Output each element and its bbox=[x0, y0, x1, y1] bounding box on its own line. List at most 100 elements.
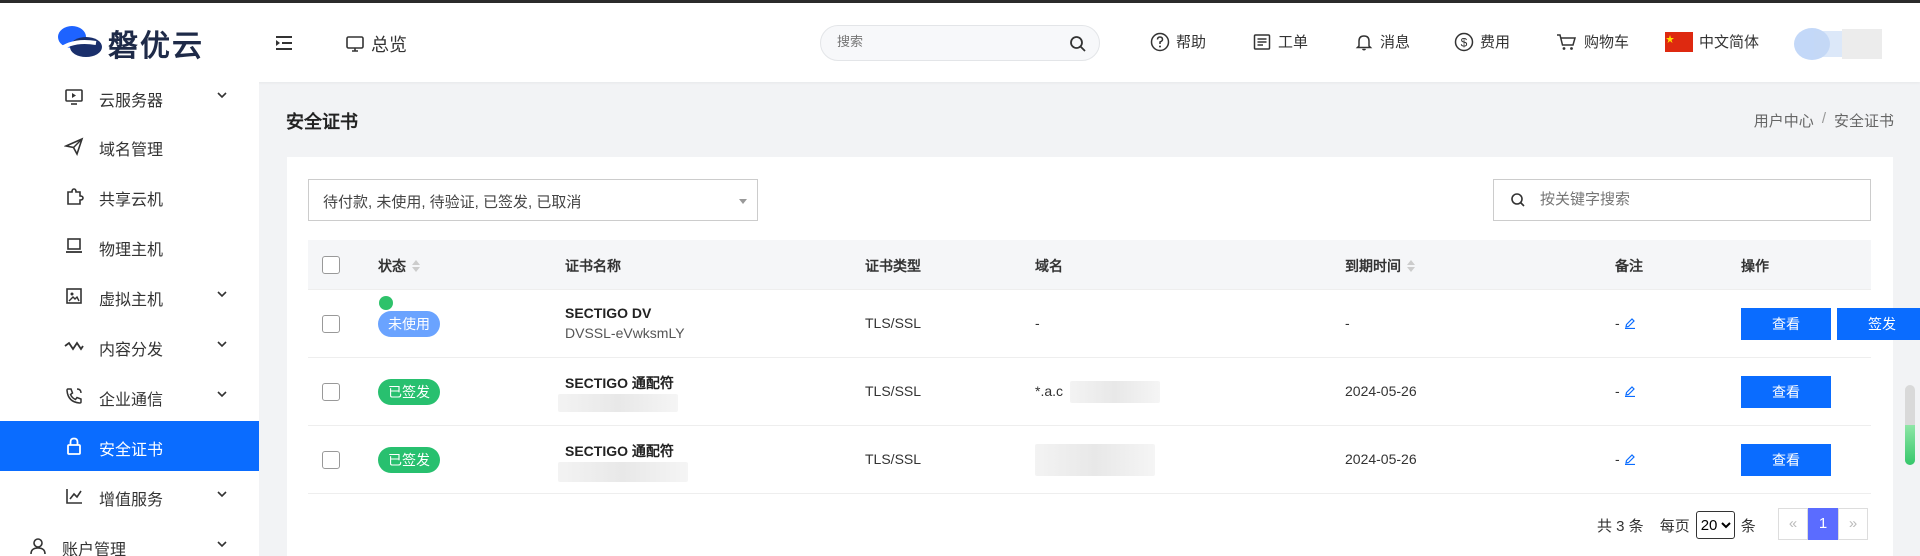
ticket-icon bbox=[1253, 33, 1271, 50]
edit-pencil-icon[interactable] bbox=[1624, 453, 1636, 465]
nav-language[interactable]: 中文简体 bbox=[1665, 31, 1759, 52]
nav-help[interactable]: 帮助 bbox=[1150, 31, 1206, 52]
scrollbar[interactable] bbox=[1905, 385, 1915, 465]
sidebar-item-virtual-host[interactable]: 虚拟主机 bbox=[0, 271, 259, 321]
view-button[interactable]: 查看 bbox=[1741, 308, 1831, 340]
column-expiry-label: 到期时间 bbox=[1345, 258, 1401, 274]
total-count: 共 3 条 bbox=[1597, 517, 1644, 535]
breadcrumb: 用户中心 / 安全证书 bbox=[1754, 110, 1894, 131]
column-note: 备注 bbox=[1615, 256, 1643, 276]
issue-button[interactable]: 签发 bbox=[1837, 308, 1920, 340]
row-checkbox[interactable] bbox=[322, 383, 340, 401]
chevron-down-icon bbox=[217, 391, 227, 398]
sidebar-item-value-added[interactable]: 增值服务 bbox=[0, 471, 259, 521]
user-avatar[interactable] bbox=[1790, 25, 1890, 63]
breadcrumb-user-center[interactable]: 用户中心 bbox=[1754, 110, 1814, 131]
sort-icon[interactable] bbox=[1407, 259, 1415, 273]
nav-cart[interactable]: 购物车 bbox=[1556, 31, 1629, 52]
certificate-type: TLS/SSL bbox=[865, 315, 922, 331]
logo[interactable]: 磐优云 bbox=[52, 21, 212, 65]
search-input[interactable] bbox=[837, 34, 1057, 49]
note-value: - bbox=[1615, 451, 1620, 467]
svg-text:$: $ bbox=[1461, 35, 1468, 49]
nav-billing[interactable]: $ 费用 bbox=[1454, 31, 1510, 52]
sidebar-item-account[interactable]: 账户管理 bbox=[0, 521, 259, 556]
certificate-id: DVSSL-eVwksmLY bbox=[565, 325, 685, 341]
table-row: 已签发 SECTIGO 通配符 TLS/SSL *.a.c 2024-05-26… bbox=[308, 358, 1871, 426]
table-header: 状态 证书名称 证书类型 域名 到期时间 备注 操作 bbox=[308, 240, 1871, 290]
sort-icon[interactable] bbox=[412, 259, 420, 273]
per-page-label: 每页 bbox=[1659, 517, 1690, 535]
prev-page-button[interactable]: « bbox=[1778, 508, 1808, 540]
global-search[interactable] bbox=[820, 25, 1100, 61]
column-domain-label: 域名 bbox=[1035, 258, 1063, 274]
sidebar-item-cdn[interactable]: 内容分发 bbox=[0, 321, 259, 371]
chevron-down-icon bbox=[217, 341, 227, 348]
certificate-name: SECTIGO DV bbox=[565, 305, 652, 321]
search-icon[interactable] bbox=[1069, 35, 1087, 53]
sidebar-item-domain[interactable]: 域名管理 bbox=[0, 121, 259, 171]
row-checkbox[interactable] bbox=[322, 315, 340, 333]
send-icon bbox=[64, 137, 84, 156]
redacted-certificate-id bbox=[558, 394, 678, 412]
nav-messages[interactable]: 消息 bbox=[1354, 31, 1410, 52]
keyword-search-input[interactable] bbox=[1540, 191, 1840, 208]
sidebar-item-label: 共享云机 bbox=[99, 192, 164, 209]
avatar-blurred-icon bbox=[1794, 28, 1882, 60]
column-status[interactable]: 状态 bbox=[378, 256, 420, 276]
certificate-type: TLS/SSL bbox=[865, 451, 922, 467]
column-note-label: 备注 bbox=[1615, 258, 1643, 274]
page-1-button[interactable]: 1 bbox=[1808, 508, 1838, 540]
edit-pencil-icon[interactable] bbox=[1624, 317, 1636, 329]
sidebar-item-enterprise-comm[interactable]: 企业通信 bbox=[0, 371, 259, 421]
row-checkbox[interactable] bbox=[322, 451, 340, 469]
logo-cloud-icon bbox=[56, 26, 102, 57]
chevron-down-icon bbox=[217, 491, 227, 498]
per-page-select[interactable]: 20 bbox=[1695, 511, 1735, 539]
select-all-checkbox[interactable] bbox=[322, 256, 340, 274]
pagination-info: 共 3 条 每页 20 条 bbox=[1597, 511, 1756, 539]
page-title: 安全证书 bbox=[286, 112, 358, 132]
sidebar: 云服务器 域名管理 共享云机 物理主机 虚拟主机 内容分发 企业通信 安全证书 … bbox=[0, 82, 259, 556]
column-name-label: 证书名称 bbox=[565, 258, 621, 274]
redacted-domain bbox=[1035, 444, 1155, 476]
view-button[interactable]: 查看 bbox=[1741, 376, 1831, 408]
sidebar-item-shared-cloud[interactable]: 共享云机 bbox=[0, 171, 259, 221]
wave-icon bbox=[64, 341, 84, 351]
keyword-search[interactable] bbox=[1493, 179, 1871, 221]
next-page-button[interactable]: » bbox=[1838, 508, 1868, 540]
sidebar-item-cloud-server[interactable]: 云服务器 bbox=[0, 72, 259, 122]
image-icon bbox=[66, 288, 82, 304]
sidebar-item-label: 安全证书 bbox=[99, 442, 164, 459]
column-actions-label: 操作 bbox=[1741, 258, 1769, 274]
view-button[interactable]: 查看 bbox=[1741, 444, 1831, 476]
certificate-domain: *.a.c bbox=[1035, 383, 1064, 399]
nav-cart-label: 购物车 bbox=[1584, 34, 1630, 51]
certificate-name: SECTIGO 通配符 bbox=[565, 375, 674, 391]
edit-pencil-icon[interactable] bbox=[1624, 385, 1636, 397]
certificate-domain: - bbox=[1035, 315, 1040, 331]
phone-icon bbox=[66, 388, 82, 404]
puzzle-icon bbox=[67, 188, 84, 205]
redacted-domain bbox=[1070, 381, 1160, 403]
sidebar-item-label: 域名管理 bbox=[99, 142, 164, 159]
sidebar-item-ssl-certificates[interactable]: 安全证书 bbox=[0, 421, 259, 471]
status-filter-select[interactable]: 待付款, 未使用, 待验证, 已签发, 已取消 bbox=[308, 179, 758, 221]
note-cell: - bbox=[1615, 451, 1636, 467]
nav-ticket-label: 工单 bbox=[1278, 34, 1309, 51]
certificate-name: SECTIGO 通配符 bbox=[565, 443, 674, 459]
certificate-type: TLS/SSL bbox=[865, 383, 922, 399]
column-expiry[interactable]: 到期时间 bbox=[1345, 256, 1415, 276]
scrollbar-thumb[interactable] bbox=[1905, 425, 1915, 465]
certificate-expiry: - bbox=[1345, 315, 1350, 331]
nav-language-label: 中文简体 bbox=[1699, 34, 1760, 51]
logo-text: 磐优云 bbox=[108, 29, 204, 64]
search-icon bbox=[1511, 193, 1525, 207]
menu-collapse-icon[interactable] bbox=[274, 33, 294, 53]
sidebar-item-physical-host[interactable]: 物理主机 bbox=[0, 221, 259, 271]
nav-ticket[interactable]: 工单 bbox=[1252, 31, 1308, 52]
breadcrumb-separator: / bbox=[1821, 110, 1826, 127]
dollar-icon: $ bbox=[1454, 32, 1474, 51]
column-status-label: 状态 bbox=[378, 258, 406, 274]
overview-link[interactable]: 总览 bbox=[345, 31, 407, 57]
